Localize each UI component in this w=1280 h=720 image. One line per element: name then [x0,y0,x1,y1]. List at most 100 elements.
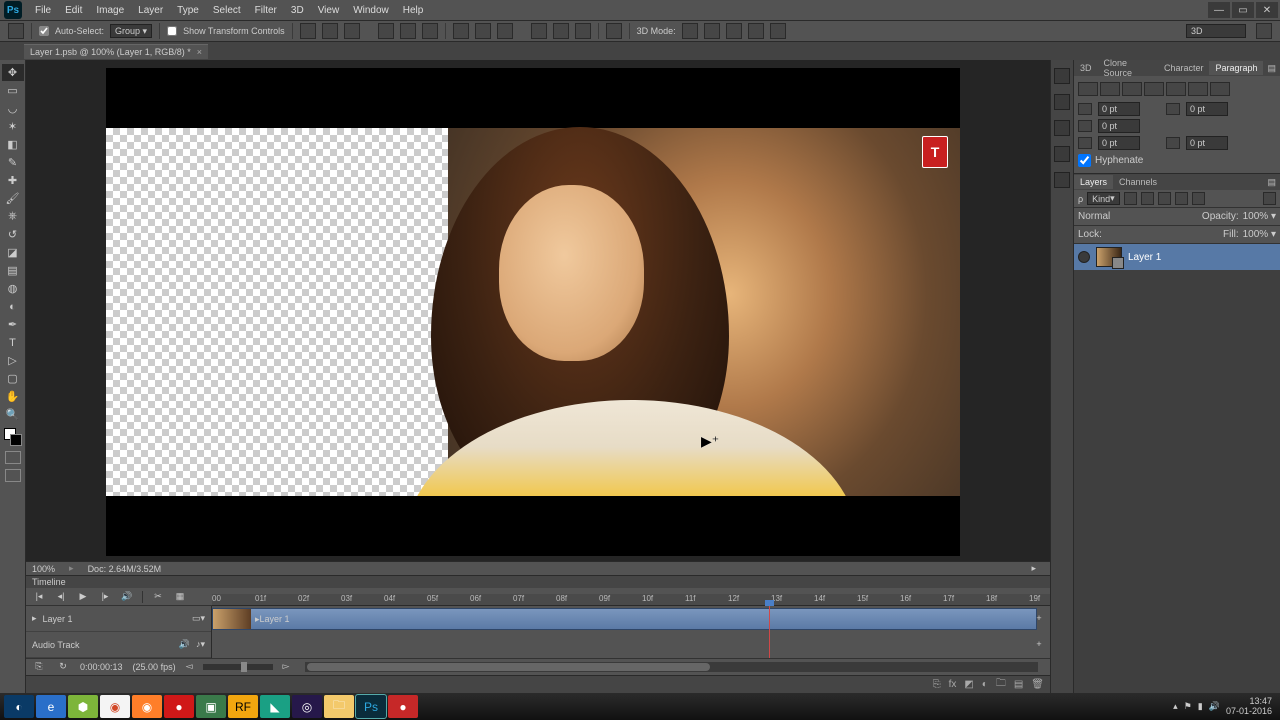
layer-thumbnail[interactable] [1096,247,1122,267]
taskbar-ie[interactable]: e [36,695,66,718]
prev-frame-button[interactable]: ◂| [54,590,68,604]
taskbar-app-1[interactable]: ◐ [4,695,34,718]
timeline-ruler[interactable]: 0001f02f03f04f05f06f07f08f09f10f11f12f13… [212,594,1050,606]
menu-select[interactable]: Select [206,2,248,19]
mode-3d-orbit-button[interactable] [682,23,698,39]
play-button[interactable]: ▶ [76,590,90,604]
audio-options-icon[interactable]: ♪▾ [196,639,205,650]
history-panel-icon[interactable] [1054,68,1070,84]
distribute-left-button[interactable] [531,23,547,39]
window-minimize-button[interactable]: — [1208,2,1230,18]
group-icon[interactable]: 🗀 [996,676,1006,693]
pen-tool[interactable]: ✒ [2,316,24,333]
expand-track-icon[interactable]: ▸ [32,613,37,624]
first-line-indent-field[interactable]: 0 pt [1098,119,1140,133]
panel-menu-icon[interactable]: ▤ [1263,61,1280,76]
menu-filter[interactable]: Filter [248,2,284,19]
taskbar-app-4[interactable]: ▣ [196,695,226,718]
auto-select-checkbox[interactable] [39,26,49,36]
dodge-tool[interactable]: ◐ [2,298,24,315]
justify-last-right-button[interactable] [1188,82,1208,96]
tab-paragraph[interactable]: Paragraph [1209,61,1263,75]
tray-network-icon[interactable]: ⚑ [1184,701,1192,712]
add-audio-track-button[interactable]: + [1032,637,1046,651]
transition-button[interactable]: ▦ [173,590,187,604]
window-close-button[interactable]: ✕ [1256,2,1278,18]
split-clip-button[interactable]: ✂ [151,590,165,604]
menu-view[interactable]: View [311,2,347,19]
menu-image[interactable]: Image [89,2,131,19]
history-brush-tool[interactable]: ↺ [2,226,24,243]
mode-3d-slide-button[interactable] [748,23,764,39]
brush-tool[interactable]: 🖌 [2,190,24,207]
align-right-text-button[interactable] [1122,82,1142,96]
path-select-tool[interactable]: ▷ [2,352,24,369]
menu-help[interactable]: Help [396,2,431,19]
taskbar-photoshop[interactable]: Ps [356,695,386,718]
info-panel-icon[interactable] [1054,172,1070,188]
menu-edit[interactable]: Edit [58,2,89,19]
document-tab[interactable]: Layer 1.psb @ 100% (Layer 1, RGB/8) * × [24,44,208,59]
new-layer-icon[interactable]: ▤ [1014,679,1023,690]
align-vcenter-button[interactable] [322,23,338,39]
blend-mode-dropdown[interactable]: Normal [1078,211,1148,222]
taskbar-record[interactable]: ● [388,695,418,718]
menu-file[interactable]: File [28,2,58,19]
properties-panel-icon[interactable] [1054,120,1070,136]
opacity-field[interactable]: 100% ▾ [1243,211,1276,222]
timeline-scrollbar[interactable] [305,662,1038,672]
video-clip[interactable]: ▸ Layer 1 [212,608,1037,630]
tab-layers[interactable]: Layers [1074,175,1113,189]
brush-panel-icon[interactable] [1054,146,1070,162]
lasso-tool[interactable]: ◡ [2,100,24,117]
audio-mute-icon[interactable]: 🔊 [179,639,190,650]
justify-last-left-button[interactable] [1144,82,1164,96]
shape-tool[interactable]: ▢ [2,370,24,387]
space-after-field[interactable]: 0 pt [1186,136,1228,150]
align-top-button[interactable] [300,23,316,39]
track-options-icon[interactable]: ▭▾ [192,613,205,624]
menu-type[interactable]: Type [170,2,206,19]
delete-layer-icon[interactable]: 🗑 [1031,679,1044,690]
quick-select-tool[interactable]: ✶ [2,118,24,135]
move-tool-preset-icon[interactable] [8,23,24,39]
clone-stamp-tool[interactable]: ⎈ [2,208,24,225]
workspace-switcher[interactable]: 3D [1186,24,1246,38]
crop-tool[interactable]: ◧ [2,136,24,153]
menu-3d[interactable]: 3D [284,2,311,19]
taskbar-firefox[interactable]: ◉ [132,695,162,718]
filter-shape-icon[interactable] [1175,192,1188,205]
system-clock[interactable]: 13:4707-01-2016 [1226,697,1276,717]
tab-character[interactable]: Character [1158,61,1210,75]
filter-type-icon[interactable] [1158,192,1171,205]
fx-icon[interactable]: fx [949,679,957,690]
tab-channels[interactable]: Channels [1113,175,1163,189]
taskbar-app-3[interactable]: ● [164,695,194,718]
tray-battery-icon[interactable]: ▮ [1198,701,1203,712]
workspace-menu-button[interactable] [1256,23,1272,39]
visibility-toggle-icon[interactable] [1078,251,1090,263]
indent-left-field[interactable]: 0 pt [1098,102,1140,116]
zoom-tool[interactable]: 🔍 [2,406,24,423]
screen-mode-button[interactable] [5,469,21,482]
distribute-top-button[interactable] [453,23,469,39]
distribute-hcenter-button[interactable] [553,23,569,39]
marquee-tool[interactable]: ▭ [2,82,24,99]
show-transform-checkbox[interactable] [167,26,177,36]
window-restore-button[interactable]: ▭ [1232,2,1254,18]
doc-size-label[interactable]: Doc: 2.64M/3.52M [88,564,162,574]
mode-3d-scale-button[interactable] [770,23,786,39]
taskbar-app-7[interactable]: ◎ [292,695,322,718]
align-center-text-button[interactable] [1100,82,1120,96]
space-before-field[interactable]: 0 pt [1098,136,1140,150]
render-button[interactable]: ↻ [56,660,70,674]
fill-field[interactable]: 100% ▾ [1243,229,1276,240]
mode-3d-pan-button[interactable] [726,23,742,39]
distribute-vcenter-button[interactable] [475,23,491,39]
align-bottom-button[interactable] [344,23,360,39]
auto-align-button[interactable] [606,23,622,39]
zoom-level[interactable]: 100% [32,564,55,574]
justify-last-center-button[interactable] [1166,82,1186,96]
menu-window[interactable]: Window [346,2,396,19]
align-left-button[interactable] [378,23,394,39]
